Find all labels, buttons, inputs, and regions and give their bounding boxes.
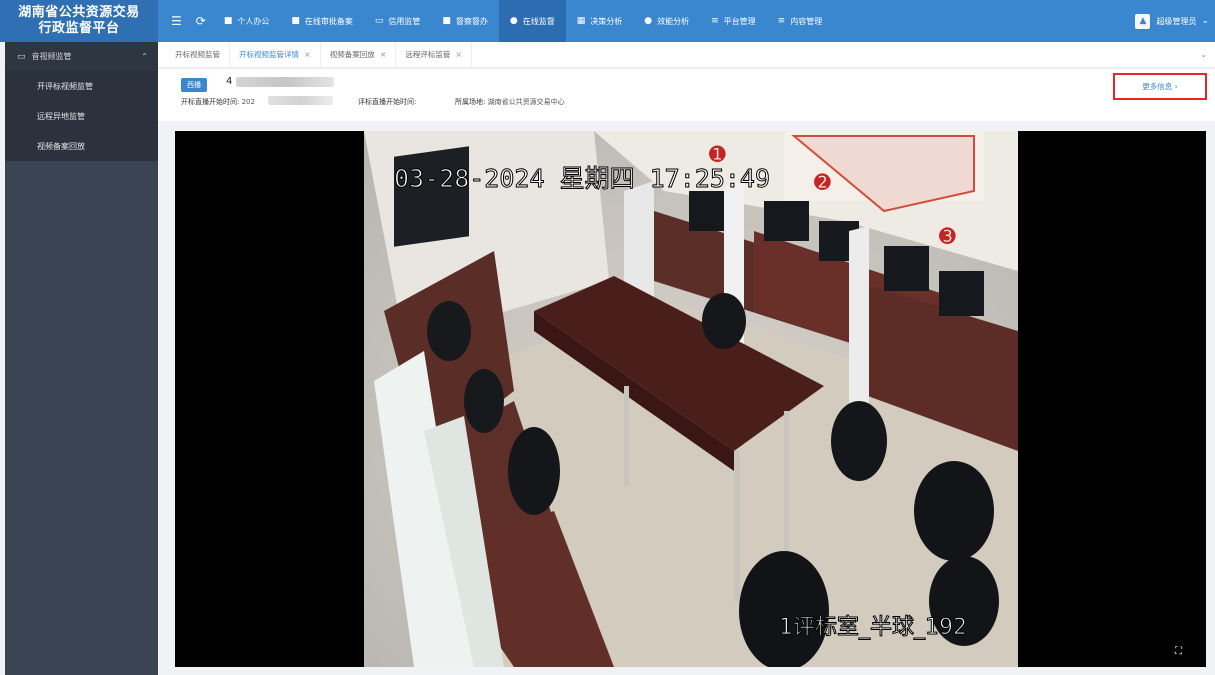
menu-icon[interactable]: ☰ xyxy=(164,14,189,28)
nav-item-platform[interactable]: ≡ 平台管理 xyxy=(700,0,767,42)
nav-label: 信用监管 xyxy=(388,16,421,26)
nav-item-inspect[interactable]: ■ 督察督办 xyxy=(431,0,499,42)
briefcase-icon: ■ xyxy=(223,16,233,26)
marker-3: ➌ xyxy=(939,224,956,248)
avatar: ▲ xyxy=(1135,13,1151,29)
more-info-button[interactable]: 更多信息 › xyxy=(1113,73,1207,100)
tab-bar: 开标视频监管 开标视频监管详情 × 视频备案回放 × 远程评标监管 × ⌄ xyxy=(158,41,1215,68)
redacted-open-time xyxy=(268,96,333,105)
close-icon[interactable]: × xyxy=(380,50,387,59)
main-content: 开标视频监管 开标视频监管详情 × 视频备案回放 × 远程评标监管 × ⌄ 西播 4 … xyxy=(158,41,1215,675)
pie-icon: ● xyxy=(644,16,653,26)
surveillance-video-frame: ➊ ➋ ➌ 03-28-2024 星期四 17:25:49 1评标室_半球_19… xyxy=(364,131,1018,667)
platform-logo[interactable]: 湖南省公共资源交易 行政监督平台 xyxy=(0,0,158,42)
eval-time: 评标直播开始时间: xyxy=(358,97,416,107)
sidebar-item-eval-video[interactable]: 开评标视频监管 xyxy=(5,71,158,101)
sidebar-section-label: 音视频监管 xyxy=(31,52,72,61)
tab-open-video-detail[interactable]: 开标视频监管详情 × xyxy=(230,41,321,68)
tab-label: 开标视频监管 xyxy=(175,50,220,59)
tab-label: 视频备案回放 xyxy=(329,50,375,59)
refresh-icon[interactable]: ⟳ xyxy=(189,14,213,28)
close-icon[interactable]: × xyxy=(455,50,462,59)
brand-line-2: 行政监督平台 xyxy=(38,21,120,36)
settings-icon: ≡ xyxy=(711,16,719,26)
nav-item-credit[interactable]: ▭ 信用监管 xyxy=(364,0,432,42)
close-icon[interactable]: × xyxy=(304,50,311,59)
sidebar-submenu: 开评标视频监管 远程异地监管 视频备案回放 xyxy=(5,71,158,161)
chevron-up-icon: ⌃ xyxy=(141,52,148,61)
venue: 所属场地: 湖南省公共资源交易中心 xyxy=(455,97,565,107)
top-navigation-bar: 湖南省公共资源交易 行政监督平台 ☰ ⟳ ■ 个人办公 ■ 在线审批备案 ▭ 信用监管… xyxy=(0,0,1215,42)
nav-item-efficiency[interactable]: ● 效能分析 xyxy=(633,0,700,42)
video-timestamp: 03-28-2024 星期四 17:25:49 xyxy=(393,164,771,194)
main-nav: ☰ ⟳ ■ 个人办公 ■ 在线审批备案 ▭ 信用监管 ■ 督察督办 ● 在线监督 ▦ 决策分… xyxy=(158,0,1135,42)
sidebar-item-label: 视频备案回放 xyxy=(37,141,85,151)
tab-video-playback[interactable]: 视频备案回放 × xyxy=(321,41,397,68)
nav-item-decision[interactable]: ▦ 决策分析 xyxy=(566,0,634,42)
fullscreen-icon[interactable]: ⛶ xyxy=(1175,646,1182,657)
chevron-down-icon: ⌄ xyxy=(1201,16,1209,26)
redacted-project-name xyxy=(236,77,334,87)
project-name: 4 xyxy=(226,76,233,87)
nav-item-online-supervision[interactable]: ● 在线监督 xyxy=(498,0,566,42)
nav-label: 个人办公 xyxy=(237,16,270,26)
nav-label: 效能分析 xyxy=(657,16,690,26)
inspect-icon: ■ xyxy=(442,16,451,26)
monitor-icon: ▭ xyxy=(17,51,26,62)
chevron-down-icon[interactable]: ⌄ xyxy=(1200,50,1207,59)
sidebar-item-label: 开评标视频监管 xyxy=(37,81,93,91)
user-menu[interactable]: ▲ 超级管理员 ⌄ xyxy=(1135,13,1215,29)
list-icon: ≡ xyxy=(777,16,786,26)
brand-line-1: 湖南省公共资源交易 xyxy=(18,5,140,20)
video-player[interactable]: ➊ ➋ ➌ 03-28-2024 星期四 17:25:49 1评标室_半球_19… xyxy=(175,131,1206,667)
nav-label: 在线审批备案 xyxy=(304,16,353,26)
sidebar: ▭ 音视频监管 ⌃ 开评标视频监管 远程异地监管 视频备案回放 xyxy=(5,42,158,675)
nav-label: 在线监督 xyxy=(522,16,555,26)
chart-icon: ▦ xyxy=(576,16,586,26)
live-tag: 西播 xyxy=(181,78,207,92)
open-time-value: 202 xyxy=(241,98,255,106)
video-camera-caption: 1评标室_半球_192 xyxy=(779,615,968,641)
eval-time-label: 评标直播开始时间: xyxy=(358,98,417,106)
nav-label: 决策分析 xyxy=(590,16,623,26)
tab-label: 开标视频监管详情 xyxy=(239,50,299,59)
user-name: 超级管理员 xyxy=(1156,16,1197,26)
open-time: 开标直播开始时间: 202 xyxy=(181,97,255,107)
project-info-panel: 西播 4 开标直播开始时间: 202 评标直播开始时间: 所属场地: 湖南省公共… xyxy=(158,69,1215,121)
venue-label: 所属场地: xyxy=(455,98,486,106)
sidebar-item-playback[interactable]: 视频备案回放 xyxy=(5,131,158,161)
open-time-label: 开标直播开始时间: xyxy=(181,98,240,106)
nav-item-content[interactable]: ≡ 内容管理 xyxy=(767,0,834,42)
nav-label: 内容管理 xyxy=(790,16,823,26)
nav-label: 督察督办 xyxy=(455,16,488,26)
monitor-icon: ● xyxy=(509,16,518,26)
tab-label: 远程评标监管 xyxy=(405,50,451,59)
sidebar-item-remote[interactable]: 远程异地监管 xyxy=(5,101,158,131)
marker-2: ➋ xyxy=(814,170,831,194)
card-icon: ▭ xyxy=(374,16,384,26)
approval-icon: ■ xyxy=(291,16,300,26)
tab-open-video[interactable]: 开标视频监管 xyxy=(166,41,230,68)
nav-item-personal[interactable]: ■ 个人办公 xyxy=(213,0,281,42)
venue-value: 湖南省公共资源交易中心 xyxy=(487,98,565,106)
nav-item-approval[interactable]: ■ 在线审批备案 xyxy=(280,0,364,42)
sidebar-item-label: 远程异地监管 xyxy=(37,111,85,121)
nav-label: 平台管理 xyxy=(723,16,756,26)
video-scene: ➊ ➋ ➌ xyxy=(364,131,1018,667)
tab-remote-eval[interactable]: 远程评标监管 × xyxy=(396,41,473,68)
sidebar-section-av[interactable]: ▭ 音视频监管 ⌃ xyxy=(5,42,158,71)
